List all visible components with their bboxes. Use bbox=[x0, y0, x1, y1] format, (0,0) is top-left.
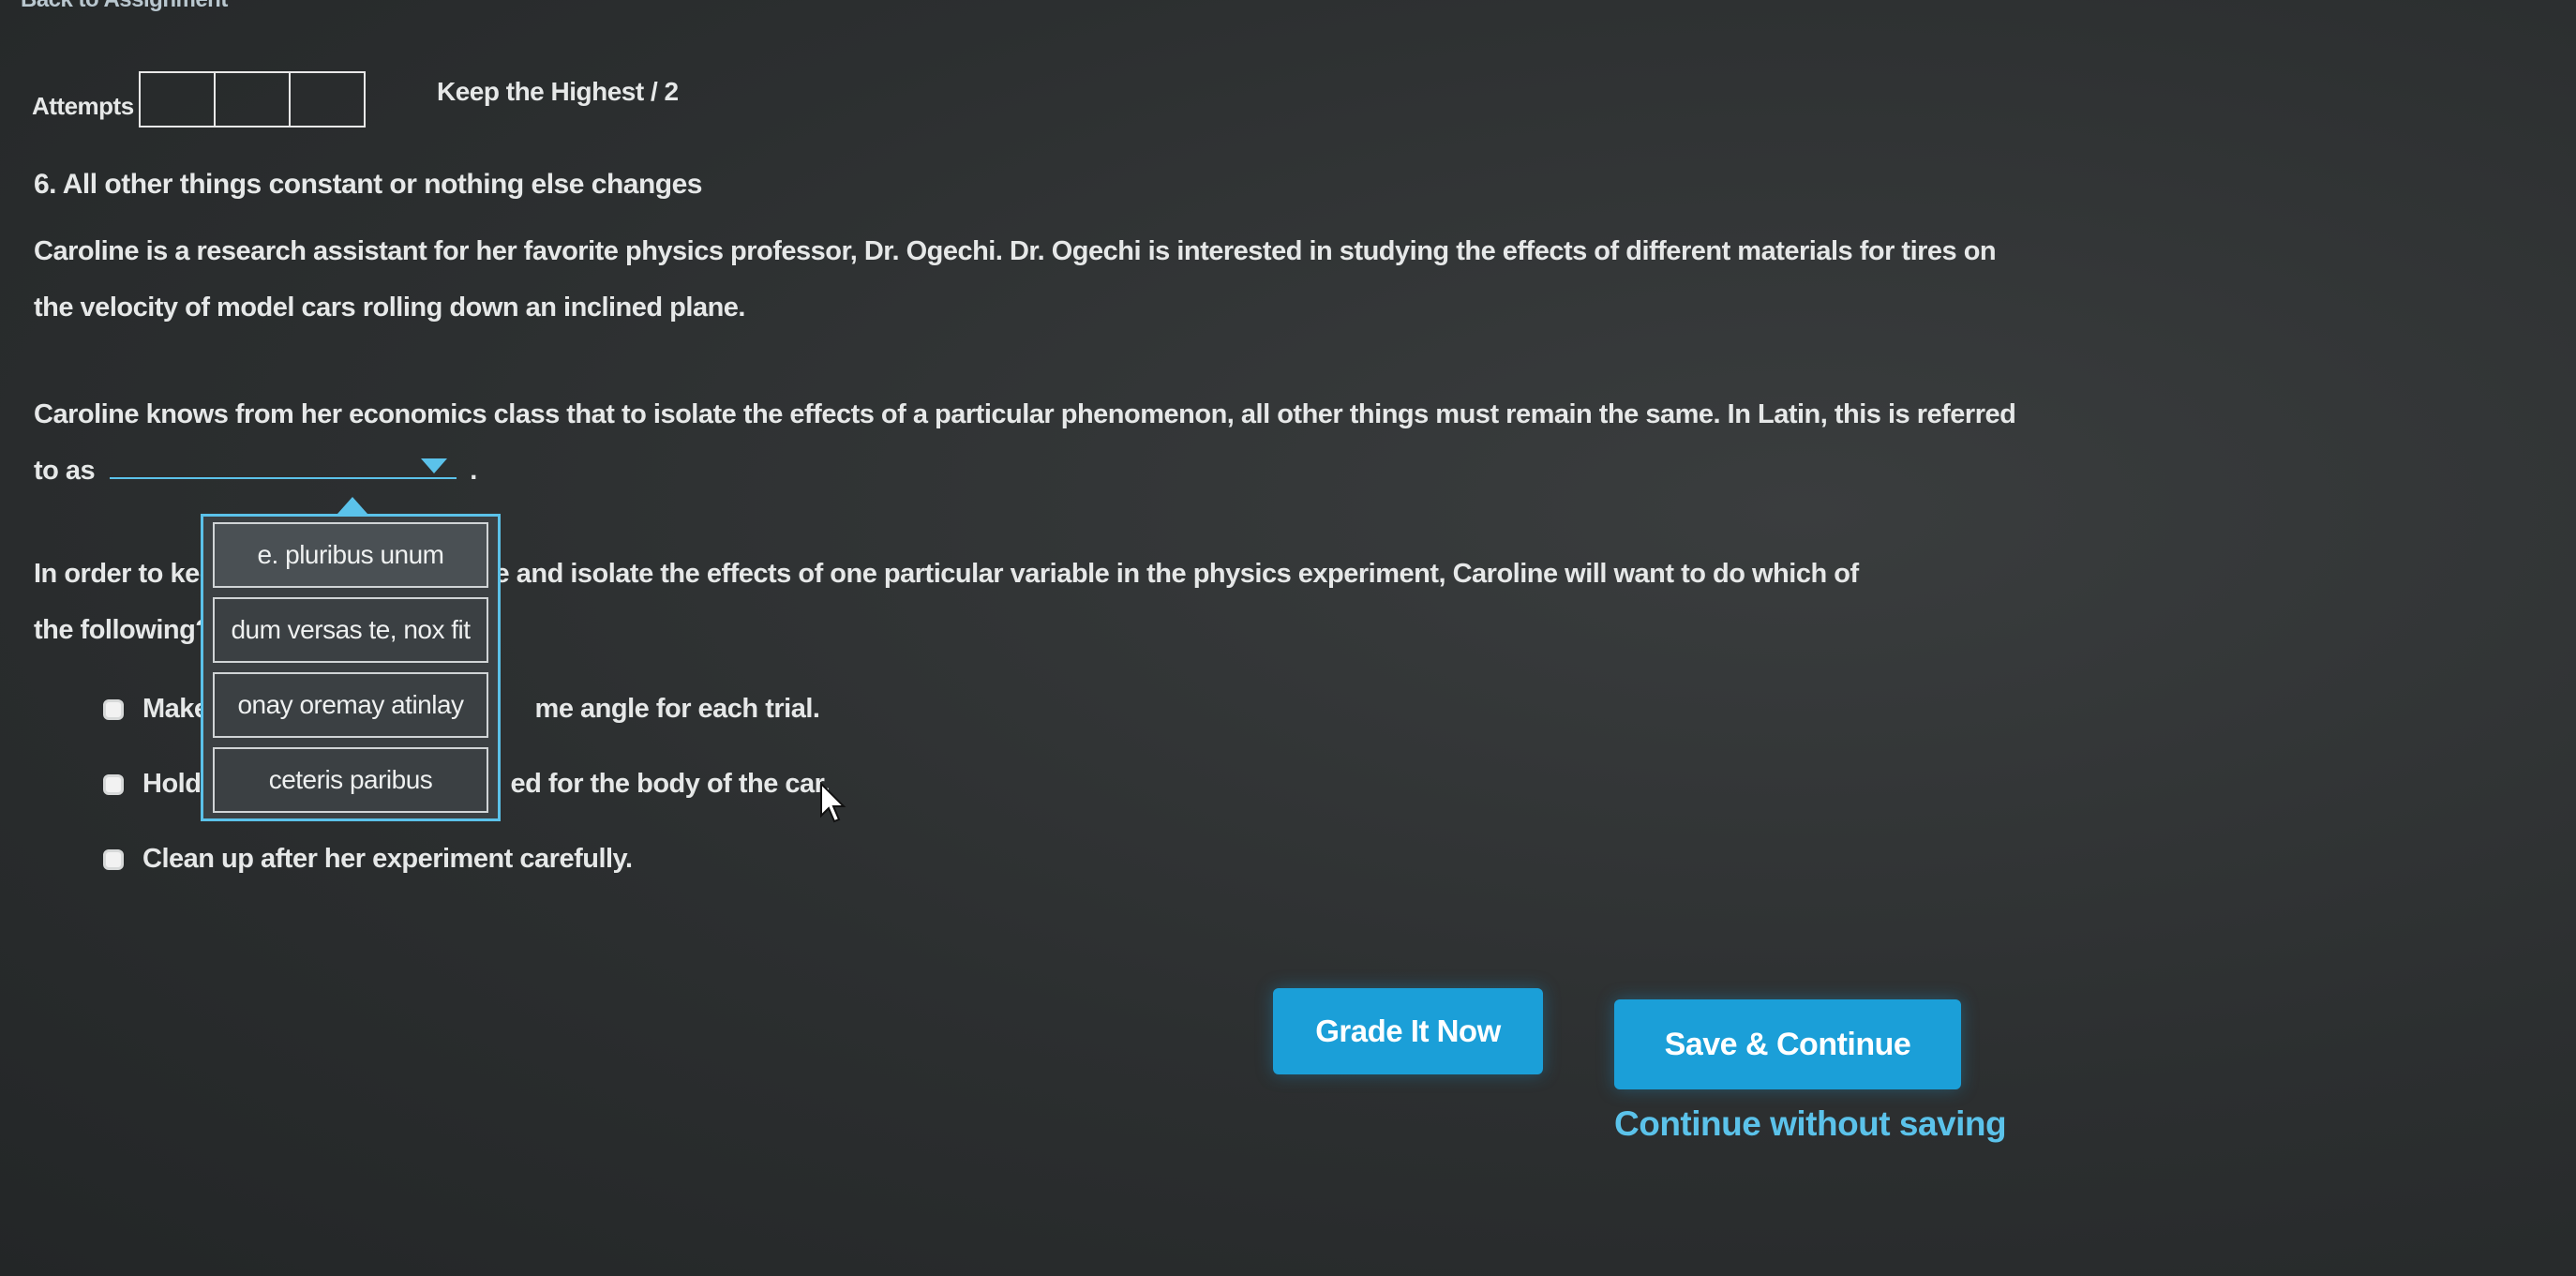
paragraph-3-right-1: ne and isolate the effects of one partic… bbox=[478, 559, 1859, 589]
question-title: 6. All other things constant or nothing … bbox=[34, 169, 702, 200]
dropdown-option-onay-oremay-atinlay[interactable]: onay oremay atinlay bbox=[213, 672, 488, 738]
option-left-text: Hold bbox=[142, 769, 202, 799]
latin-term-dropdown-menu: e. pluribus unum dum versas te, nox fit … bbox=[201, 514, 501, 821]
attempt-box bbox=[139, 71, 216, 128]
dropdown-option-dum-versas-te[interactable]: dum versas te, nox fit bbox=[213, 597, 488, 663]
grade-it-now-button[interactable]: Grade It Now bbox=[1273, 988, 1543, 1074]
continue-without-saving-link[interactable]: Continue without saving bbox=[1614, 1104, 2007, 1144]
option-clean-up[interactable]: Clean up after her experiment carefully. bbox=[103, 844, 633, 875]
keep-highest-label: Keep the Highest / 2 bbox=[437, 77, 679, 106]
dropdown-arrow-icon[interactable] bbox=[421, 458, 448, 473]
paragraph-3-left-1: In order to kee bbox=[34, 559, 215, 589]
attempt-box bbox=[289, 71, 366, 128]
attempt-box bbox=[214, 71, 291, 128]
dropdown-caret-icon bbox=[337, 497, 367, 514]
option-checkbox[interactable] bbox=[103, 698, 124, 720]
latin-term-dropdown[interactable] bbox=[110, 453, 457, 479]
attempts-label: Attempts bbox=[32, 92, 134, 120]
question-paragraph-2: Caroline knows from her economics class … bbox=[34, 386, 2021, 499]
option-left-text: Make bbox=[142, 694, 209, 724]
option-checkbox[interactable] bbox=[103, 848, 124, 870]
dropdown-option-e-pluribus-unum[interactable]: e. pluribus unum bbox=[213, 522, 488, 588]
paragraph-2-period: . bbox=[470, 456, 477, 486]
question-paragraph-1: Caroline is a research assistant for her… bbox=[34, 236, 1997, 323]
option-right-text: ed for the body of the car. bbox=[510, 769, 831, 799]
dropdown-option-ceteris-paribus[interactable]: ceteris paribus bbox=[213, 747, 488, 813]
mouse-cursor-icon bbox=[820, 782, 846, 823]
paragraph-3-left-2: the following? ( bbox=[34, 615, 228, 645]
back-to-assignment-link[interactable]: Back to Assignment bbox=[21, 0, 228, 13]
save-and-continue-button[interactable]: Save & Continue bbox=[1614, 999, 1961, 1089]
option-checkbox[interactable] bbox=[103, 773, 124, 795]
option-right-text: me angle for each trial. bbox=[534, 694, 820, 724]
attempt-boxes bbox=[139, 71, 366, 128]
option-left-text: Clean up after her experiment carefully. bbox=[142, 844, 633, 874]
